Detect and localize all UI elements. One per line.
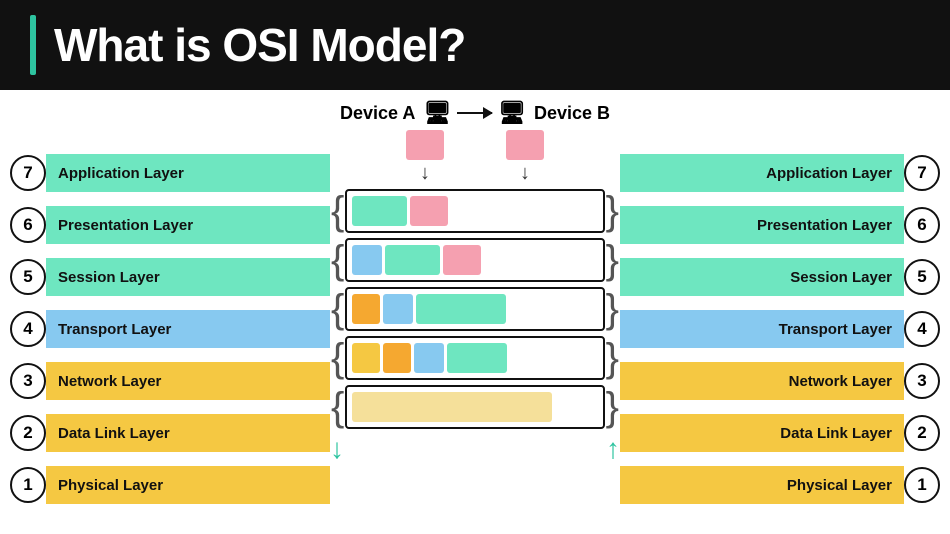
main-content: 7Application Layer6Presentation Layer5Se… [0, 90, 950, 534]
device-arrow [457, 112, 492, 114]
right-layer-4: 4Transport Layer [620, 303, 940, 355]
packet-2 [506, 130, 544, 160]
monitor-b-icon: 🖥 [498, 100, 526, 126]
right-layer-6: 6Presentation Layer [620, 199, 940, 251]
seg-r4-4 [447, 343, 507, 373]
right-layer-label-5: Session Layer [620, 258, 904, 296]
seg-r4-1 [352, 343, 380, 373]
seg-r2-1 [352, 245, 382, 275]
right-layer-label-3: Network Layer [620, 362, 904, 400]
left-layer-label-2: Data Link Layer [46, 414, 330, 452]
header: What is OSI Model? [0, 0, 950, 90]
page-title: What is OSI Model? [54, 18, 465, 72]
left-layer-num-1: 1 [10, 467, 46, 503]
device-a-text: Device A [340, 103, 415, 124]
right-layer-7: 7Application Layer [620, 147, 940, 199]
proto-row-1 [345, 189, 605, 233]
seg-r3-1 [352, 294, 380, 324]
proto-row-5 [345, 385, 605, 429]
seg-r1-1 [352, 196, 407, 226]
seg-r3-2 [383, 294, 413, 324]
left-layer-label-5: Session Layer [46, 258, 330, 296]
left-down-arrow: ↓ [330, 433, 344, 465]
left-layer-1: 1Physical Layer [10, 459, 330, 511]
right-layer-label-1: Physical Layer [620, 466, 904, 504]
left-layer-label-4: Transport Layer [46, 310, 330, 348]
left-layer-label-6: Presentation Layer [46, 206, 330, 244]
left-layer-num-2: 2 [10, 415, 46, 451]
left-layer-num-6: 6 [10, 207, 46, 243]
right-osi-stack: 7Application Layer6Presentation Layer5Se… [620, 100, 940, 511]
right-layer-num-4: 4 [904, 311, 940, 347]
right-layer-num-7: 7 [904, 155, 940, 191]
device-b-label: 🖥 Device B [498, 100, 610, 126]
left-layer-2: 2Data Link Layer [10, 407, 330, 459]
down-arrows: ↓ ↓ [375, 162, 575, 185]
left-osi-stack: 7Application Layer6Presentation Layer5Se… [10, 100, 330, 511]
seg-r4-2 [383, 343, 411, 373]
monitor-a-icon: 🖥 [423, 100, 451, 126]
right-layer-num-3: 3 [904, 363, 940, 399]
right-layer-1: 1Physical Layer [620, 459, 940, 511]
seg-r2-3 [443, 245, 481, 275]
left-layer-label-1: Physical Layer [46, 466, 330, 504]
left-layer-num-5: 5 [10, 259, 46, 295]
right-layer-num-1: 1 [904, 467, 940, 503]
left-layer-num-4: 4 [10, 311, 46, 347]
middle-diagram: Device A 🖥 🖥 Device B ↓ ↓ [330, 100, 620, 465]
header-accent-bar [30, 15, 36, 75]
seg-r4-3 [414, 343, 444, 373]
right-layer-5: 5Session Layer [620, 251, 940, 303]
vert-arrows: ↓ ↑ [330, 433, 620, 465]
devices-row: Device A 🖥 🖥 Device B [330, 100, 620, 126]
packet-1 [406, 130, 444, 160]
top-packets [375, 130, 575, 160]
seg-r1-2 [410, 196, 448, 226]
right-layer-num-5: 5 [904, 259, 940, 295]
left-layer-label-7: Application Layer [46, 154, 330, 192]
left-layer-label-3: Network Layer [46, 362, 330, 400]
proto-row-3 [345, 287, 605, 331]
right-up-arrow: ↑ [606, 433, 620, 465]
right-layer-num-6: 6 [904, 207, 940, 243]
right-layer-label-6: Presentation Layer [620, 206, 904, 244]
device-a-label: Device A 🖥 [340, 100, 451, 126]
down-arrow-1: ↓ [420, 162, 430, 185]
left-layer-5: 5Session Layer [10, 251, 330, 303]
right-layer-label-7: Application Layer [620, 154, 904, 192]
left-layer-6: 6Presentation Layer [10, 199, 330, 251]
right-layer-3: 3Network Layer [620, 355, 940, 407]
proto-row-4 [345, 336, 605, 380]
seg-r2-2 [385, 245, 440, 275]
right-layer-2: 2Data Link Layer [620, 407, 940, 459]
right-layer-num-2: 2 [904, 415, 940, 451]
left-layer-num-7: 7 [10, 155, 46, 191]
left-layer-4: 4Transport Layer [10, 303, 330, 355]
proto-row-2 [345, 238, 605, 282]
seg-r5-1 [352, 392, 552, 422]
left-layer-7: 7Application Layer [10, 147, 330, 199]
left-layer-num-3: 3 [10, 363, 46, 399]
down-arrow-2: ↓ [520, 162, 530, 185]
right-layer-label-4: Transport Layer [620, 310, 904, 348]
protocol-area [345, 189, 605, 429]
seg-r3-3 [416, 294, 506, 324]
device-b-text: Device B [534, 103, 610, 124]
left-layer-3: 3Network Layer [10, 355, 330, 407]
right-layer-label-2: Data Link Layer [620, 414, 904, 452]
